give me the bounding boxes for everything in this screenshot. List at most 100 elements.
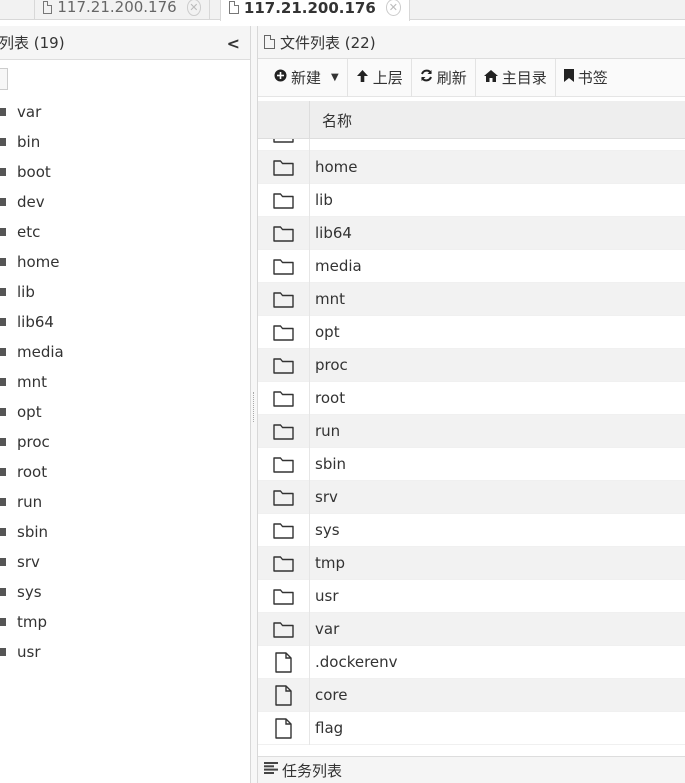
file-row[interactable]: etc xyxy=(258,139,685,151)
arrow-up-icon xyxy=(356,69,369,87)
tree-item-srv[interactable]: srv xyxy=(0,547,64,577)
directory-tree-panel: 列表 (19) < var bin boot dev etc home lib lib64 me… xyxy=(0,26,251,783)
splitter-grip-icon[interactable] xyxy=(253,392,255,422)
file-row[interactable]: proc xyxy=(258,348,685,382)
folder-bullet-icon xyxy=(0,108,6,116)
refresh-icon xyxy=(420,69,433,86)
tree-item-mnt[interactable]: mnt xyxy=(0,367,64,397)
file-row[interactable]: sbin xyxy=(258,447,685,481)
task-list-header[interactable]: 任务列表 xyxy=(258,756,685,783)
folder-bullet-icon xyxy=(0,318,6,326)
file-row[interactable]: media xyxy=(258,249,685,283)
folder-bullet-icon xyxy=(0,648,6,656)
close-icon[interactable]: ✕ xyxy=(385,0,401,16)
file-name: var xyxy=(315,620,340,638)
folder-bullet-icon xyxy=(0,618,6,626)
file-row[interactable]: lib64 xyxy=(258,216,685,250)
folder-icon xyxy=(258,150,310,184)
tree-item-label: sbin xyxy=(17,523,49,541)
folder-icon xyxy=(258,249,310,283)
file-row[interactable]: usr xyxy=(258,579,685,613)
tree-item-etc[interactable]: etc xyxy=(0,217,64,247)
tree-item-label: media xyxy=(17,343,64,361)
folder-icon xyxy=(258,282,310,316)
tree-item-media[interactable]: media xyxy=(0,337,64,367)
tree-item-label: run xyxy=(17,493,43,511)
tree-item-sys[interactable]: sys xyxy=(0,577,64,607)
file-name: root xyxy=(315,389,346,407)
tree-item-root[interactable]: root xyxy=(0,457,64,487)
collapse-chevron-icon[interactable]: < xyxy=(227,34,240,53)
tree-item-label: proc xyxy=(17,433,50,451)
file-row[interactable]: srv xyxy=(258,480,685,514)
tree-item-label: etc xyxy=(17,223,41,241)
file-name: core xyxy=(315,686,348,704)
file-row[interactable]: sys xyxy=(258,513,685,547)
tree-item-lib[interactable]: lib xyxy=(0,277,64,307)
file-row[interactable]: lib xyxy=(258,183,685,217)
tree-item-tmp[interactable]: tmp xyxy=(0,607,64,637)
tree-item-proc[interactable]: proc xyxy=(0,427,64,457)
column-name-header[interactable]: 名称 xyxy=(322,110,352,131)
select-all-column[interactable] xyxy=(258,101,310,139)
tree-item-label: mnt xyxy=(17,373,47,391)
tree-item-var[interactable]: var xyxy=(0,97,64,127)
file-name: proc xyxy=(315,356,348,374)
file-name: lib64 xyxy=(315,224,352,242)
folder-bullet-icon xyxy=(0,528,6,536)
tree-item-label: lib xyxy=(17,283,35,301)
file-icon xyxy=(258,711,310,745)
file-row[interactable]: tmp xyxy=(258,546,685,580)
tree-item-dev[interactable]: dev xyxy=(0,187,64,217)
file-row[interactable]: home xyxy=(258,150,685,184)
folder-bullet-icon xyxy=(0,378,6,386)
file-row[interactable]: root xyxy=(258,381,685,415)
tree-item-boot[interactable]: boot xyxy=(0,157,64,187)
tree-item-sbin[interactable]: sbin xyxy=(0,517,64,547)
folder-icon xyxy=(258,480,310,514)
bookmark-button[interactable]: 书签 xyxy=(556,59,616,97)
tree-path-input[interactable] xyxy=(0,68,8,90)
file-row[interactable]: mnt xyxy=(258,282,685,316)
file-icon xyxy=(258,645,310,679)
file-row[interactable]: flag xyxy=(258,711,685,745)
tree-item-run[interactable]: run xyxy=(0,487,64,517)
file-table-body[interactable]: etc home lib lib64 media mnt opt proc root run sbi… xyxy=(258,139,685,748)
file-name: .dockerenv xyxy=(315,653,398,671)
file-name: etc xyxy=(315,139,338,143)
file-icon xyxy=(258,678,310,712)
new-button[interactable]: 新建 ▼ xyxy=(258,58,348,97)
file-row[interactable]: core xyxy=(258,678,685,712)
file-row[interactable]: run xyxy=(258,414,685,448)
folder-bullet-icon xyxy=(0,168,6,176)
file-name: mnt xyxy=(315,290,345,308)
refresh-button[interactable]: 刷新 xyxy=(412,58,476,97)
file-row[interactable]: opt xyxy=(258,315,685,349)
up-button[interactable]: 上层 xyxy=(348,58,412,97)
up-label: 上层 xyxy=(372,69,403,87)
file-list-title: 文件列表 (22) xyxy=(280,33,376,52)
document-icon xyxy=(264,35,275,49)
document-icon xyxy=(229,1,239,14)
tree-item-opt[interactable]: opt xyxy=(0,397,64,427)
file-name: srv xyxy=(315,488,338,506)
tab-session-2[interactable]: 117.21.200.176 ✕ xyxy=(220,0,410,21)
folder-bullet-icon xyxy=(0,408,6,416)
folder-bullet-icon xyxy=(0,348,6,356)
close-icon[interactable]: ✕ xyxy=(186,0,201,16)
tree-item-home[interactable]: home xyxy=(0,247,64,277)
tab-session-1[interactable]: 117.21.200.176 ✕ xyxy=(34,0,210,20)
folder-icon xyxy=(258,216,310,250)
tree-item-usr[interactable]: usr xyxy=(0,637,64,667)
home-label: 主目录 xyxy=(501,69,547,87)
tree-item-bin[interactable]: bin xyxy=(0,127,64,157)
folder-bullet-icon xyxy=(0,558,6,566)
document-icon xyxy=(43,0,53,14)
file-list-header: 文件列表 (22) xyxy=(258,26,685,59)
file-row[interactable]: var xyxy=(258,612,685,646)
file-row[interactable]: .dockerenv xyxy=(258,645,685,679)
tree-item-lib64[interactable]: lib64 xyxy=(0,307,64,337)
home-button[interactable]: 主目录 xyxy=(476,58,556,97)
folder-icon xyxy=(258,381,310,415)
folder-icon xyxy=(258,183,310,217)
